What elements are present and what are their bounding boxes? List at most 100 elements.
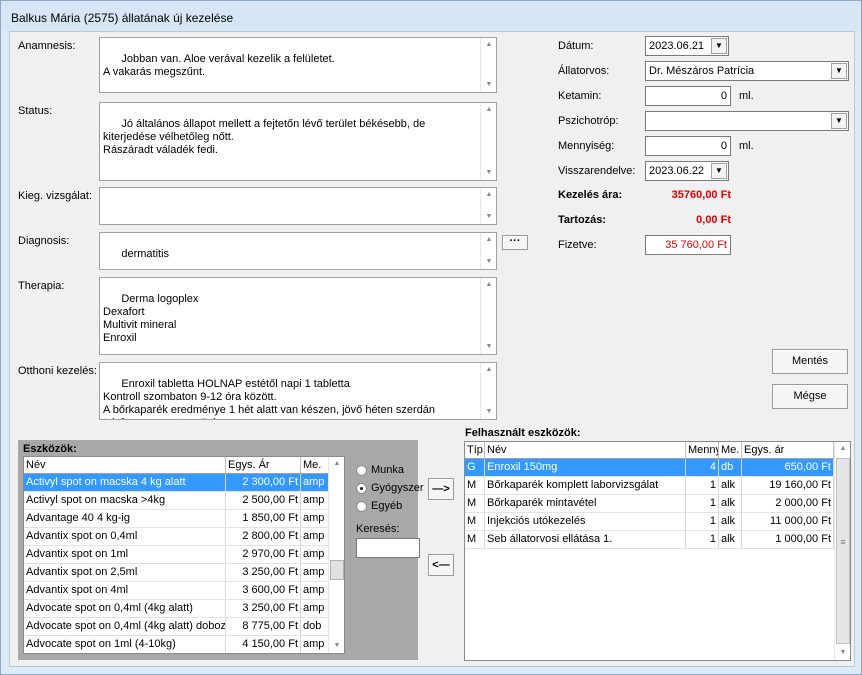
tools-row[interactable]: Advantix spot on 2,5ml 3 250,00 Ft amp: [24, 564, 330, 582]
used-row[interactable]: M Bőrkaparék mintavétel 1 alk 2 000,00 Ft: [465, 495, 834, 513]
scroll-down-icon[interactable]: ▼: [481, 78, 496, 92]
scroll-down-icon[interactable]: ▼: [481, 340, 496, 354]
mennyiseg-input[interactable]: 0: [645, 136, 731, 156]
scroll-up-icon[interactable]: ▲: [481, 103, 496, 117]
tools-row[interactable]: Activyl spot on macska >4kg 2 500,00 Ft am…: [24, 492, 330, 510]
tools-col-unit[interactable]: Me.: [301, 457, 330, 473]
used-cell: M: [465, 513, 485, 530]
radio-icon: [356, 500, 367, 512]
filter-egyeb[interactable]: Egyéb: [356, 500, 402, 512]
tools-row[interactable]: Advocate spot on 1ml (4-10kg) 4 150,00 Ft…: [24, 636, 330, 653]
datum-picker[interactable]: 2023.06.21 ▼: [645, 36, 729, 56]
tools-cell: Advantix spot on 2,5ml: [24, 564, 226, 581]
diagnosis-lookup-button[interactable]: ···: [502, 235, 528, 250]
scroll-down-icon[interactable]: ▼: [481, 166, 496, 180]
scroll-up-icon[interactable]: ▲: [481, 188, 496, 202]
cancel-button[interactable]: Mégse: [772, 384, 848, 409]
pszichotrop-select[interactable]: ▼: [645, 111, 849, 131]
tools-cell: Advantix spot on 1ml: [24, 546, 226, 563]
used-cell: 2 000,00 Ft: [742, 495, 834, 512]
status-scrollbar[interactable]: ▲ ▼: [480, 103, 496, 180]
used-col-name[interactable]: Név: [485, 442, 686, 458]
status-memo[interactable]: Jó általános állapot mellett a fejtetőn …: [99, 102, 497, 181]
therapia-memo[interactable]: Derma logoplex Dexafort Multivit mineral…: [99, 277, 497, 355]
remove-item-button[interactable]: <—: [428, 554, 454, 576]
client-area: Anamnesis: Jobban van. Aloe verával keze…: [9, 31, 855, 667]
used-row[interactable]: M Bőrkaparék komplett laborvizsgálat 1 alk 1…: [465, 477, 834, 495]
used-col-unit[interactable]: Me.: [719, 442, 742, 458]
used-col-price[interactable]: Egys. ár: [742, 442, 834, 458]
tools-scroll-thumb[interactable]: [330, 560, 344, 580]
scroll-up-icon[interactable]: ▲: [481, 38, 496, 52]
used-cell: Bőrkaparék mintavétel: [485, 495, 686, 512]
tools-grid[interactable]: Név Egys. Ár Me. Activyl spot on macska …: [23, 456, 345, 654]
fizetve-input[interactable]: 35 760,00 Ft: [645, 235, 731, 255]
tools-row[interactable]: Advantage 40 4 kg-ig 1 850,00 Ft amp: [24, 510, 330, 528]
used-col-qty[interactable]: Menny: [686, 442, 719, 458]
scroll-up-icon[interactable]: ▲: [835, 442, 850, 456]
tools-scrollbar[interactable]: ▲ ▼: [328, 457, 344, 653]
kieg-memo[interactable]: ▲ ▼: [99, 187, 497, 225]
window-title: Balkus Mária (2575) állatának új kezelés…: [1, 1, 861, 31]
ketamin-input[interactable]: 0: [645, 86, 731, 106]
status-label: Status:: [18, 105, 53, 117]
search-label: Keresés:: [356, 523, 400, 535]
scroll-down-icon[interactable]: ▼: [329, 639, 344, 653]
used-row[interactable]: G Enroxil 150mg 4 db 650,00 Ft: [465, 459, 834, 477]
tools-cell: amp: [301, 528, 330, 545]
scroll-down-icon[interactable]: ▼: [835, 646, 850, 660]
ketamin-label: Ketamin:: [558, 90, 602, 102]
used-scroll-thumb[interactable]: ≡: [836, 458, 850, 644]
tools-row[interactable]: Activyl spot on macska 4 kg alatt 2 300,0…: [24, 474, 330, 492]
tools-row[interactable]: Advantix spot on 1ml 2 970,00 Ft amp: [24, 546, 330, 564]
save-button[interactable]: Mentés: [772, 349, 848, 374]
scroll-down-icon[interactable]: ▼: [481, 405, 496, 419]
filter-gyogyszer[interactable]: Gyógyszer: [356, 482, 424, 494]
filter-munka[interactable]: Munka: [356, 464, 404, 476]
tools-row[interactable]: Advocate spot on 0,4ml (4kg alatt) 3 250,…: [24, 600, 330, 618]
therapia-scrollbar[interactable]: ▲ ▼: [480, 278, 496, 354]
dropdown-arrow-icon[interactable]: ▼: [711, 163, 727, 179]
anamnesis-memo[interactable]: Jobban van. Aloe verával kezelik a felül…: [99, 37, 497, 93]
visszarendelve-label: Visszarendelve:: [558, 165, 636, 177]
search-input[interactable]: [356, 538, 420, 558]
scroll-up-icon[interactable]: ▲: [481, 233, 496, 247]
used-col-type[interactable]: Típ: [465, 442, 485, 458]
tools-cell: 3 250,00 Ft: [226, 600, 301, 617]
scroll-up-icon[interactable]: ▲: [481, 278, 496, 292]
fizetve-label: Fizetve:: [558, 239, 597, 251]
diagnosis-scrollbar[interactable]: ▲ ▼: [480, 233, 496, 269]
scroll-up-icon[interactable]: ▲: [329, 457, 344, 471]
dropdown-arrow-icon[interactable]: ▼: [831, 63, 847, 79]
otthoni-scrollbar[interactable]: ▲ ▼: [480, 363, 496, 419]
tools-row[interactable]: Advantix spot on 4ml 3 600,00 Ft amp: [24, 582, 330, 600]
diagnosis-label: Diagnosis:: [18, 235, 70, 247]
used-row[interactable]: M Injekciós utókezelés 1 alk 11 000,00 Ft: [465, 513, 834, 531]
allatorvos-select[interactable]: Dr. Mészáros Patrícia ▼: [645, 61, 849, 81]
kieg-scrollbar[interactable]: ▲ ▼: [480, 188, 496, 224]
diagnosis-memo[interactable]: dermatitis ▲ ▼: [99, 232, 497, 270]
filter-munka-label: Munka: [371, 464, 405, 476]
dropdown-arrow-icon[interactable]: ▼: [831, 113, 847, 129]
tools-col-price[interactable]: Egys. Ár: [226, 457, 301, 473]
used-row[interactable]: M Seb állatorvosi ellátása 1. 1 alk 1 000,00…: [465, 531, 834, 549]
otthoni-memo[interactable]: Enroxil tabletta HOLNAP estétől napi 1 t…: [99, 362, 497, 420]
add-item-button[interactable]: —>: [428, 478, 454, 500]
tools-col-name[interactable]: Név: [24, 457, 226, 473]
scroll-up-icon[interactable]: ▲: [481, 363, 496, 377]
anamnesis-label: Anamnesis:: [18, 40, 76, 52]
otthoni-text: Enroxil tabletta HOLNAP estétől napi 1 t…: [103, 378, 436, 419]
scroll-down-icon[interactable]: ▼: [481, 210, 496, 224]
anamnesis-scrollbar[interactable]: ▲ ▼: [480, 38, 496, 92]
tools-row[interactable]: Advocate spot on 0,4ml (4kg alatt) doboz…: [24, 618, 330, 636]
tools-row[interactable]: Advantix spot on 0,4ml 2 800,00 Ft amp: [24, 528, 330, 546]
tools-cell: 2 800,00 Ft: [226, 528, 301, 545]
tools-cell: 2 500,00 Ft: [226, 492, 301, 509]
used-scrollbar[interactable]: ▲ ≡ ▼: [834, 442, 850, 660]
scroll-down-icon[interactable]: ▼: [481, 255, 496, 269]
visszarendelve-picker[interactable]: 2023.06.22 ▼: [645, 161, 729, 181]
mennyiseg-label: Mennyiség:: [558, 140, 615, 152]
dropdown-arrow-icon[interactable]: ▼: [711, 38, 727, 54]
used-grid[interactable]: Típ Név Menny Me. Egys. ár G Enroxil 150m…: [464, 441, 851, 661]
tools-panel: Eszközök: Név Egys. Ár Me. Activyl spot …: [18, 440, 424, 660]
